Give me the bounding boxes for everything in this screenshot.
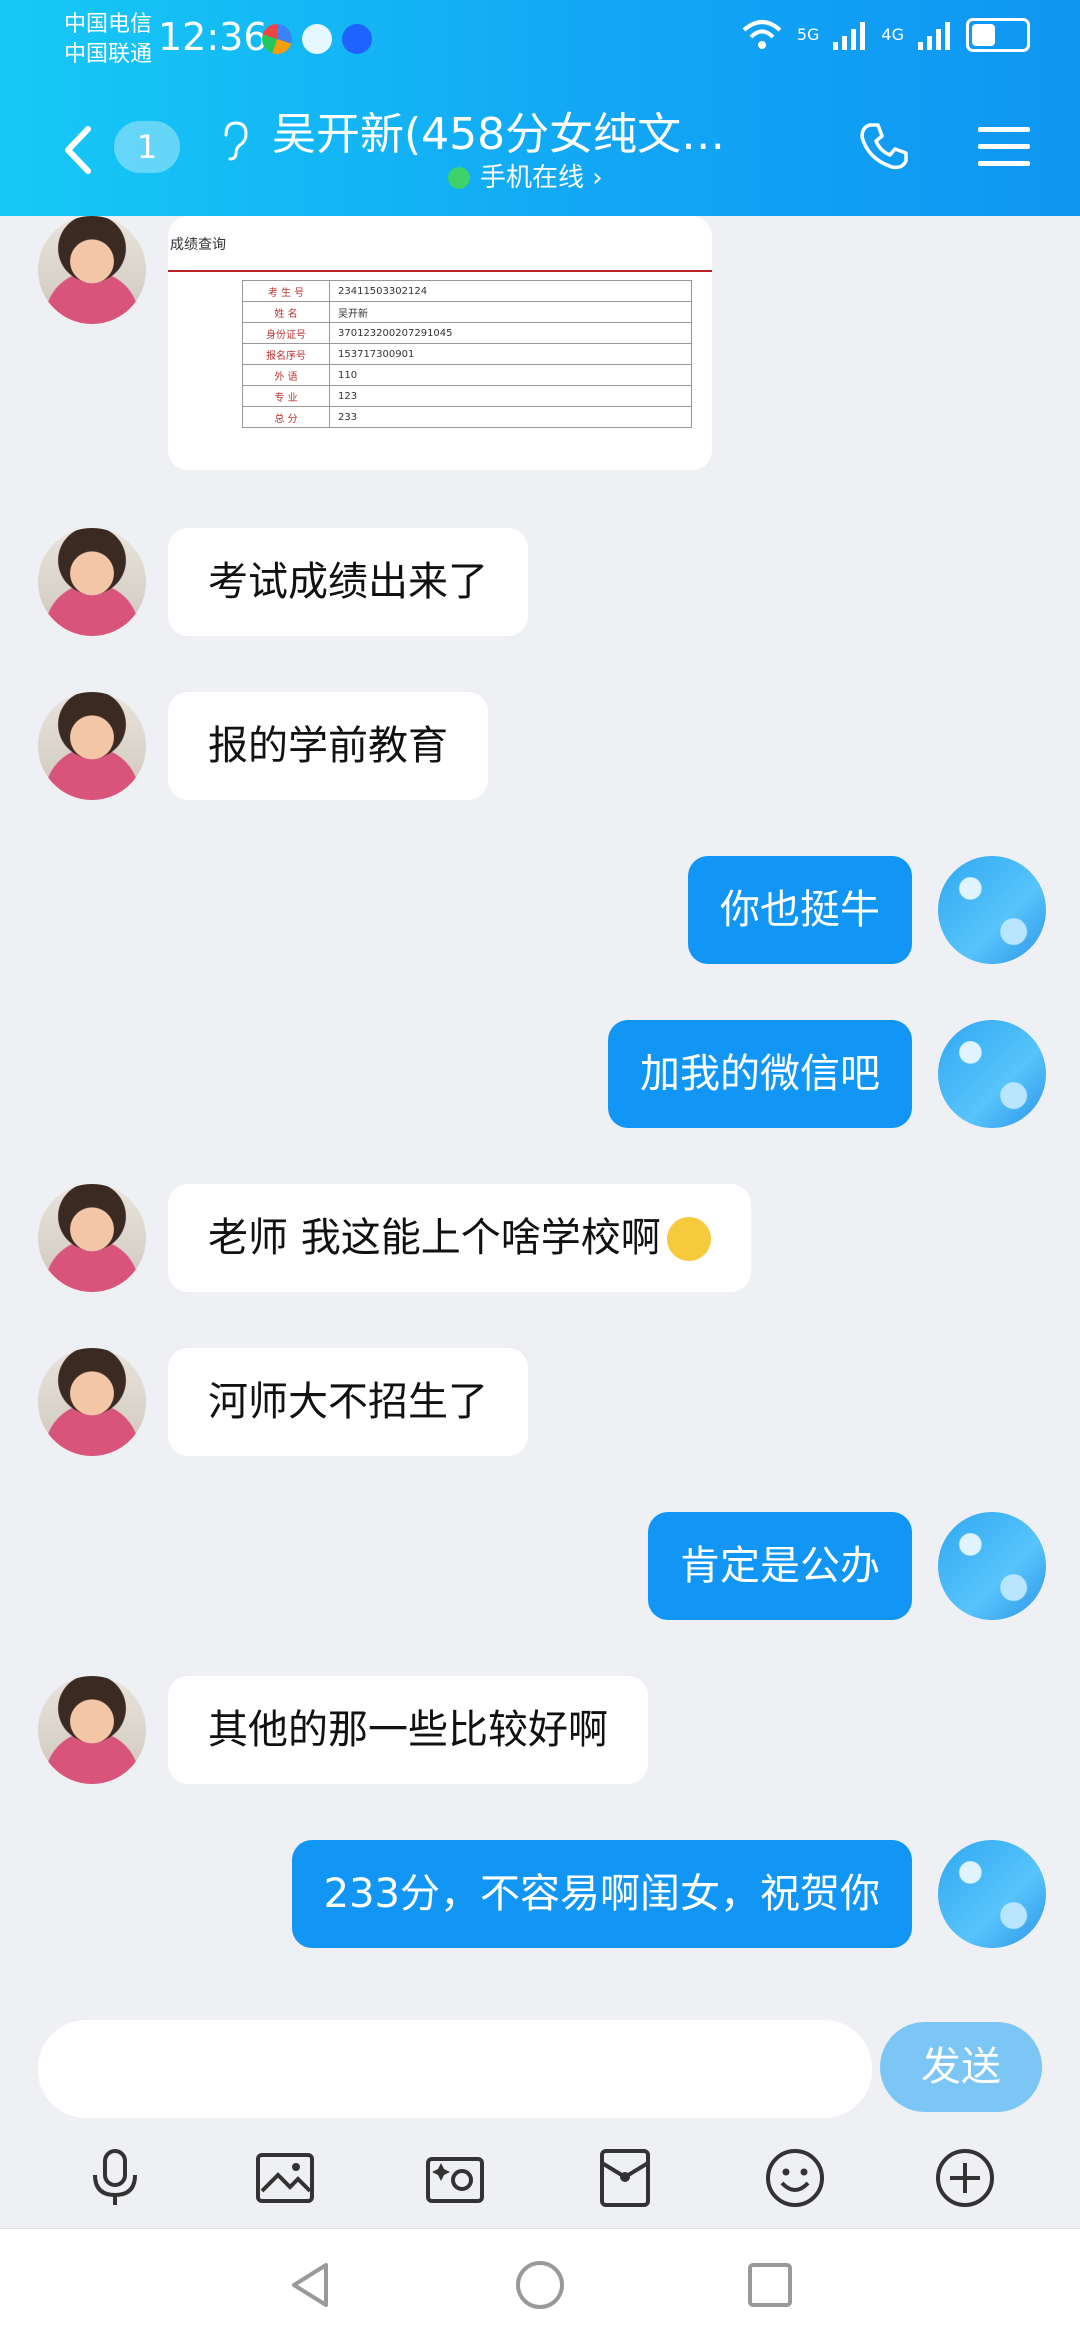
table-row: 姓 名吴开新 xyxy=(242,301,692,323)
table-row: 报名序号 153717300901 xyxy=(242,343,692,365)
message-bubble-incoming[interactable]: 其他的那一些比较好啊 xyxy=(168,1676,648,1784)
emoji-face-icon xyxy=(666,1217,711,1261)
ear-icon xyxy=(224,121,248,161)
status-bar: 中国电信 中国联通 12:36 5G 4G xyxy=(0,0,1080,80)
table-row: 专 业 123 xyxy=(242,385,692,407)
camera-icon[interactable] xyxy=(422,2145,488,2211)
chat-area[interactable]: 成绩查询 考 生 号 23411503302124 姓 名吴开新 身份证号 3701… xyxy=(0,216,1080,1998)
carrier-2: 中国联通 xyxy=(64,42,153,67)
signal-icon xyxy=(833,22,866,50)
message-bubble-incoming[interactable]: 报的学前教育 xyxy=(168,692,488,800)
message-bubble-incoming[interactable]: 考试成绩出来了 xyxy=(168,528,528,636)
message-input[interactable] xyxy=(38,2020,872,2118)
table-key: 考 生 号 xyxy=(242,280,330,302)
top-bar: 中国电信 中国联通 12:36 5G 4G 1 吴开新(458分女纯文… 手机在… xyxy=(0,0,1080,216)
nav-home-icon[interactable] xyxy=(512,2257,568,2313)
browser-app-icon xyxy=(262,24,292,54)
score-page-header: 成绩查询 xyxy=(168,224,712,272)
contact-avatar[interactable] xyxy=(38,528,146,636)
network-5g-label: 5G xyxy=(796,25,820,44)
system-navigation-bar xyxy=(0,2228,1080,2341)
image-icon[interactable] xyxy=(252,2145,318,2211)
table-key: 身份证号 xyxy=(242,322,330,344)
online-status-label: 手机在线 › xyxy=(480,163,603,193)
chat-header: 1 吴开新(458分女纯文… 手机在线 › xyxy=(0,95,1080,205)
score-image-message[interactable]: 成绩查询 考 生 号 23411503302124 姓 名吴开新 身份证号 3701… xyxy=(168,216,712,470)
my-avatar[interactable] xyxy=(938,1020,1046,1128)
my-avatar[interactable] xyxy=(938,856,1046,964)
online-dot-icon xyxy=(448,167,470,189)
message-text: 老师 我这能上个啥学校啊 xyxy=(208,1215,661,1261)
back-icon[interactable] xyxy=(58,123,98,177)
my-avatar[interactable] xyxy=(938,1512,1046,1620)
send-button[interactable]: 发送 xyxy=(880,2022,1042,2112)
table-row: 考 生 号 23411503302124 xyxy=(242,280,692,302)
nav-back-icon[interactable] xyxy=(282,2257,338,2313)
mic-icon[interactable] xyxy=(82,2145,148,2211)
phone-icon[interactable] xyxy=(858,121,910,173)
carrier-info: 中国电信 中国联通 xyxy=(64,10,152,70)
unread-badge[interactable]: 1 xyxy=(114,121,180,173)
menu-icon[interactable] xyxy=(978,125,1030,169)
system-indicators: 5G 4G xyxy=(741,18,1030,52)
table-value: 370123200207291045 xyxy=(329,322,692,344)
chat-title[interactable]: 吴开新(458分女纯文… xyxy=(272,107,742,163)
table-value: 233 xyxy=(329,406,692,428)
table-value: 23411503302124 xyxy=(329,280,692,302)
wifi-icon xyxy=(742,20,782,49)
input-toolbar xyxy=(0,2128,1080,2228)
contact-avatar[interactable] xyxy=(38,1676,146,1784)
emoji-icon[interactable] xyxy=(762,2145,828,2211)
message-bubble-outgoing[interactable]: 肯定是公办 xyxy=(648,1512,912,1620)
table-row: 总 分 233 xyxy=(242,406,692,428)
message-bubble-outgoing[interactable]: 加我的微信吧 xyxy=(608,1020,912,1128)
red-envelope-icon[interactable] xyxy=(592,2145,658,2211)
contact-avatar[interactable] xyxy=(38,216,146,324)
table-value: 110 xyxy=(329,364,692,386)
score-table: 考 生 号 23411503302124 姓 名吴开新 身份证号 370123200… xyxy=(242,280,692,428)
table-row: 外 语 110 xyxy=(242,364,692,386)
online-status[interactable]: 手机在线 › xyxy=(448,161,603,195)
signal-icon-2 xyxy=(918,22,950,50)
search-app-icon xyxy=(342,24,372,54)
contact-avatar[interactable] xyxy=(38,1348,146,1456)
table-key: 姓 名 xyxy=(242,301,330,323)
table-key: 专 业 xyxy=(242,385,330,407)
message-bubble-incoming[interactable]: 河师大不招生了 xyxy=(168,1348,528,1456)
input-bar: 发送 xyxy=(0,1998,1080,2128)
network-4g-label: 4G xyxy=(881,25,904,44)
status-time: 12:36 xyxy=(158,15,268,59)
table-value: 123 xyxy=(329,385,692,407)
score-page-title: 成绩查询 xyxy=(170,237,226,253)
battery-icon xyxy=(966,18,1030,52)
table-row: 身份证号 370123200207291045 xyxy=(242,322,692,344)
nav-recents-icon[interactable] xyxy=(742,2257,798,2313)
table-value: 吴开新 xyxy=(329,301,692,323)
carrier-1: 中国电信 xyxy=(64,12,153,37)
battery-level xyxy=(972,24,996,46)
message-bubble-outgoing[interactable]: 233分，不容易啊闺女，祝贺你 xyxy=(291,1840,912,1948)
plus-icon[interactable] xyxy=(932,2145,998,2211)
message-bubble-outgoing[interactable]: 你也挺牛 xyxy=(688,856,912,964)
table-key: 外 语 xyxy=(242,364,330,386)
message-bubble-incoming[interactable]: 老师 我这能上个啥学校啊 xyxy=(168,1184,751,1292)
table-value: 153717300901 xyxy=(329,343,692,365)
my-avatar[interactable] xyxy=(938,1840,1046,1948)
wechat-icon xyxy=(302,24,332,54)
table-key: 总 分 xyxy=(242,406,330,428)
notification-icons xyxy=(262,24,372,54)
table-key: 报名序号 xyxy=(242,343,330,365)
contact-avatar[interactable] xyxy=(38,1184,146,1292)
contact-avatar[interactable] xyxy=(38,692,146,800)
